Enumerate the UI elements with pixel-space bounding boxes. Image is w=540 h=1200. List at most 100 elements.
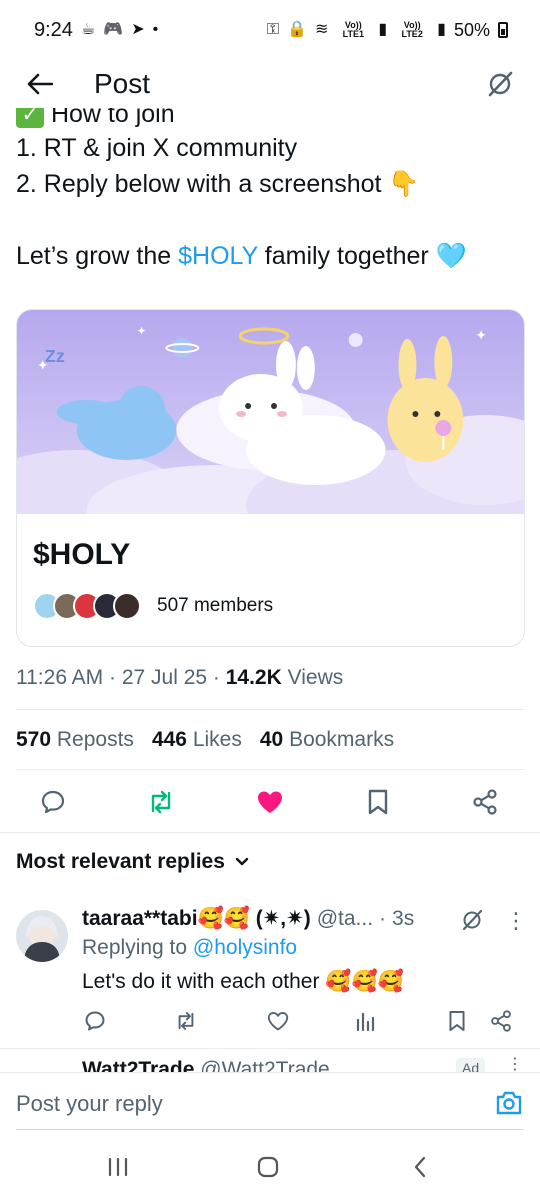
- comment-icon: [41, 790, 65, 814]
- reposts-stat[interactable]: 570 Reposts: [16, 728, 134, 752]
- reply-item[interactable]: taaraa**tabi🥰🥰 (✷,✷) @ta... · 3s ⋮ Reply…: [0, 900, 540, 1042]
- chevron-left-icon: [414, 1156, 426, 1178]
- ad-badge: Ad: [456, 1058, 486, 1072]
- avatar-image: [16, 910, 68, 962]
- reply-time: 3s: [392, 906, 415, 930]
- reposts-count: 570: [16, 728, 52, 751]
- next-reply-item[interactable]: Watt2Trade @Watt2Trade Ad ⋮: [0, 1052, 540, 1072]
- reply-bookmark-button[interactable]: [442, 1006, 472, 1036]
- bookmarks-stat[interactable]: 40 Bookmarks: [260, 728, 394, 752]
- member-count: 507 members: [157, 595, 274, 616]
- check-mark-icon: ✓: [16, 108, 44, 129]
- community-banner-image: ✦ ✦ ✦ Zz: [17, 310, 524, 514]
- camera-icon: [496, 1091, 522, 1115]
- repost-button[interactable]: [141, 782, 181, 822]
- share-icon: [491, 1010, 511, 1032]
- grow-suffix: family together 🩵: [257, 242, 467, 270]
- community-card[interactable]: ✦ ✦ ✦ Zz $HOLY 507 members: [16, 309, 525, 647]
- grok-button[interactable]: [480, 64, 520, 104]
- likes-label: Likes: [192, 728, 242, 751]
- member-avatars: [33, 592, 141, 620]
- divider: [0, 1048, 540, 1049]
- replying-to: Replying to @holysinfo: [82, 936, 297, 960]
- next-reply-header: Watt2Trade @Watt2Trade: [82, 1058, 330, 1072]
- post-line-step-1: 1. RT & join X community: [16, 134, 298, 162]
- reply-action-bar: [0, 1006, 540, 1036]
- system-nav-bar: [0, 1134, 540, 1200]
- discord-notification-icon: 🎮: [103, 21, 124, 38]
- reply-sort-label: Most relevant replies: [16, 850, 225, 873]
- wifi-icon: ≋: [314, 21, 329, 38]
- back-button[interactable]: [20, 64, 60, 104]
- repost-icon: [151, 790, 171, 814]
- reply-input[interactable]: Post your reply: [16, 1091, 163, 1117]
- next-reply-author-handle[interactable]: @Watt2Trade: [200, 1058, 329, 1072]
- reply-author-name[interactable]: taaraa**tabi🥰🥰 (✷,✷): [82, 906, 311, 931]
- likes-count: 446: [151, 728, 187, 751]
- analytics-icon: [356, 1012, 375, 1032]
- svg-text:✦: ✦: [137, 324, 147, 338]
- camera-button[interactable]: [494, 1089, 524, 1119]
- heart-outline-icon: [267, 1011, 289, 1031]
- home-button[interactable]: [248, 1152, 288, 1182]
- sim2-label: Vo)) LTE2: [401, 20, 423, 39]
- status-bar: 9:24 ☕ 🎮 ➤ • ⚿ 🔒 ≋ Vo)) LTE1 ▮ Vo)) LTE2…: [0, 0, 540, 60]
- telegram-notification-icon: ➤: [131, 21, 145, 38]
- more-notifications-dot-icon: •: [152, 21, 159, 38]
- reposts-label: Reposts: [56, 728, 134, 751]
- page-title: Post: [94, 68, 151, 99]
- view-count: 14.2K: [225, 666, 282, 689]
- reply-reply-button[interactable]: [80, 1006, 110, 1036]
- share-button[interactable]: [465, 782, 505, 822]
- reply-share-button[interactable]: [486, 1006, 516, 1036]
- cashtag-link[interactable]: $HOLY: [178, 242, 258, 270]
- separator-dot: ·: [379, 906, 387, 930]
- post-stats: 570 Reposts 446 Likes 40 Bookmarks: [16, 728, 394, 752]
- post-timestamp: 11:26 AM · 27 Jul 25 ·: [16, 666, 226, 689]
- post-line-how-to-join: ✓ How to join: [16, 108, 526, 130]
- sim1-label: Vo)) LTE1: [342, 20, 365, 39]
- divider: [16, 709, 524, 710]
- reply-like-button[interactable]: [263, 1006, 293, 1036]
- reply-grok-button[interactable]: [460, 908, 484, 937]
- post-line-step-2: 2. Reply below with a screenshot 👇: [16, 170, 420, 198]
- bookmark-icon: [368, 789, 388, 815]
- more-options-icon[interactable]: ⋮: [507, 1054, 523, 1072]
- grow-prefix: Let’s grow the: [16, 242, 179, 270]
- divider: [16, 769, 524, 770]
- replying-to-handle[interactable]: @holysinfo: [193, 936, 297, 959]
- avatar[interactable]: [16, 910, 68, 962]
- post-action-bar: [0, 782, 540, 822]
- replying-to-label: Replying to: [82, 936, 193, 959]
- grok-icon: [488, 71, 513, 97]
- likes-stat[interactable]: 446 Likes: [152, 728, 242, 752]
- status-time: 9:24: [34, 18, 73, 41]
- arrow-left-icon: [27, 73, 53, 95]
- system-back-button[interactable]: [400, 1152, 440, 1182]
- composer-underline: [16, 1129, 524, 1130]
- reply-author-handle[interactable]: @ta...: [317, 907, 373, 931]
- home-icon: [257, 1156, 279, 1178]
- post-line-blank: [16, 202, 526, 238]
- signal-icon: ▮: [378, 21, 388, 38]
- reply-repost-button[interactable]: [171, 1006, 201, 1036]
- svg-text:Zz: Zz: [45, 346, 65, 366]
- more-options-icon[interactable]: ⋮: [505, 908, 527, 934]
- top-app-bar: Post: [0, 60, 540, 108]
- battery-icon: [498, 22, 508, 38]
- reply-sort-dropdown[interactable]: Most relevant replies: [16, 850, 249, 874]
- reply-composer: Post your reply: [0, 1072, 540, 1134]
- signal-2-icon: ▮: [437, 21, 446, 38]
- bookmarks-count: 40: [259, 728, 284, 751]
- bookmark-button[interactable]: [358, 782, 398, 822]
- bookmark-icon: [449, 1011, 465, 1031]
- reply-button[interactable]: [33, 782, 73, 822]
- member-avatar-5: [113, 592, 141, 620]
- recent-apps-button[interactable]: [98, 1152, 138, 1182]
- reply-views-button[interactable]: [351, 1006, 381, 1036]
- community-members-row: 507 members: [33, 592, 508, 620]
- recent-apps-icon: [108, 1157, 128, 1177]
- share-icon: [473, 789, 497, 815]
- next-reply-author-name[interactable]: Watt2Trade: [82, 1058, 194, 1072]
- like-button[interactable]: [250, 782, 290, 822]
